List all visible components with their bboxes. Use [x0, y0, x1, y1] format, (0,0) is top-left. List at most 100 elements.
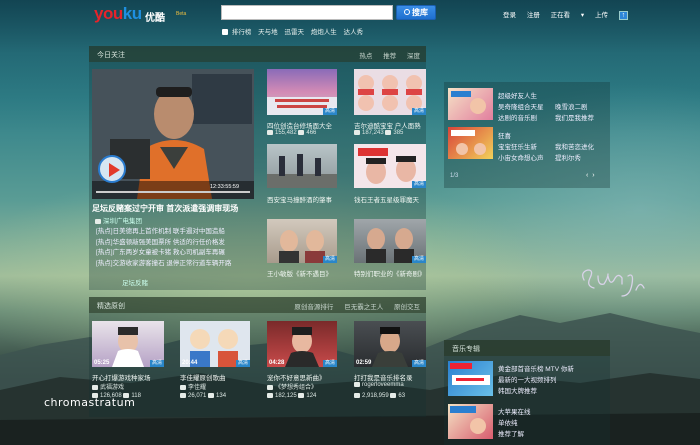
video-author[interactable]: 《梦想秀组合》 [267, 382, 317, 391]
search-button[interactable]: 搜库 [396, 5, 436, 20]
news-item[interactable]: [热点]交游收家游客撞石 退停正常行道车辆开路 [96, 259, 231, 270]
show-title[interactable]: 超级好友人生 [498, 90, 537, 100]
pager-arrows: ‹ › [586, 172, 595, 179]
video-title[interactable]: 特别们职业的《新奇剧》 [354, 268, 426, 278]
show-subtitle[interactable]: 晚雪浪二剧 [555, 101, 588, 111]
show-subtitle[interactable]: 提利尔秀 [555, 152, 581, 162]
more-link[interactable]: 足坛反赌 [122, 277, 148, 287]
featured-source[interactable]: 深圳广电集团 [95, 215, 142, 225]
tab-hot[interactable]: 热点 [359, 53, 372, 60]
video-thumbnail[interactable]: 20:44 高清 [180, 321, 250, 367]
featured-video-title[interactable]: 足坛反赌案过宁开审 首次派遣强调审现场 [92, 203, 238, 214]
user-links: 登录 注册 正在看 ▾ 上传 ↑ [503, 9, 646, 20]
video-title[interactable]: 打打我是音乐排名录 [354, 372, 413, 382]
video-title[interactable]: 李佳耀原创歌曲 [180, 372, 226, 382]
search-icon [404, 9, 410, 15]
register-link[interactable]: 注册 [527, 12, 540, 19]
upload-icon: ↑ [618, 10, 628, 20]
album-title[interactable]: 黄金部首音乐榜 MTV 你新 [498, 363, 574, 373]
hotword-link[interactable]: 达人秀 [344, 29, 364, 36]
album-subtitle[interactable]: 推荐了解 [498, 428, 524, 438]
tab-interactive[interactable]: 原创交互 [394, 304, 420, 311]
news-item[interactable]: [热点]日美德再上首作机制 联手遏对中国造船 [96, 227, 231, 238]
tab-ranking[interactable]: 原创音源排行 [294, 304, 333, 311]
video-duration: 05:25 [94, 360, 110, 366]
show-subtitle[interactable]: 达剧的音乐剧 [498, 112, 537, 122]
video-thumbnail[interactable]: 05:25 高清 [92, 321, 164, 367]
video-author[interactable]: rogerloveemma [354, 382, 404, 388]
video-thumbnail[interactable]: 高清 [354, 219, 426, 263]
panel-header: 精选原创 原创音源排行 巨无霸之王人 原创交互 [89, 297, 426, 313]
tab-recommend[interactable]: 推荐 [383, 53, 396, 60]
play-button[interactable] [98, 155, 126, 183]
video-thumbnail[interactable]: 高清 [267, 219, 337, 263]
views-icon [180, 393, 186, 398]
tab-king[interactable]: 巨无霸之王人 [344, 304, 383, 311]
video-stats: 2,918,959 63 [354, 393, 405, 399]
video-title[interactable]: 钱石王者五星级罪魔天 [354, 194, 419, 204]
news-item[interactable]: [热点]华盛顿敲强美国票所 供适的行任价格发 [96, 238, 231, 249]
video-title[interactable]: 西安宝马撞醉酒的肇事 [267, 194, 332, 204]
login-link[interactable]: 登录 [503, 12, 516, 19]
hd-badge: 高清 [149, 360, 164, 367]
video-thumbnail[interactable]: 高清 [267, 69, 337, 115]
show-subtitle[interactable]: 宝宝狂乐生新 [498, 141, 537, 151]
album-subtitle[interactable]: 韩国大牌推荐 [498, 385, 537, 395]
comments-icon [298, 130, 305, 135]
video-timecode: 12:33:55:59 [210, 184, 240, 190]
show-subtitle[interactable]: 我和苦恋进化 [555, 141, 594, 151]
watching-dropdown[interactable]: 正在看 ▾ [551, 12, 585, 19]
show-title[interactable]: 狂喜 [498, 130, 511, 140]
youku-logo[interactable]: youku [94, 4, 142, 24]
show-subtitle[interactable]: 小宙女命想心声 [498, 152, 544, 162]
search-input[interactable] [221, 5, 393, 20]
top-bar: youku 优酷 Beta 搜库 排行榜 天与地 迅雷天 炮炮人生 达人秀 登录… [0, 0, 700, 36]
album-title[interactable]: 大苹果在线 [498, 406, 531, 416]
album-subtitle[interactable]: 单依纯 [498, 417, 518, 427]
hd-badge: 高清 [411, 256, 426, 263]
featured-video-thumbnail[interactable]: 12:33:55:59 [92, 69, 254, 199]
hd-badge: 高清 [322, 360, 337, 367]
video-thumbnail[interactable] [267, 144, 337, 188]
panel-header: 今日关注 热点 推荐 深度 [89, 46, 426, 62]
upload-link[interactable]: 上传 ↑ [595, 10, 637, 20]
video-thumbnail[interactable]: 04:28 高清 [267, 321, 337, 367]
hotword-link[interactable]: 炮炮人生 [311, 29, 337, 36]
video-thumbnail[interactable]: 高清 [354, 69, 426, 115]
video-stats: 182,125 124 [267, 393, 316, 399]
views-icon [354, 393, 360, 398]
video-title[interactable]: 吉尔迪酷宝宝 户人面熟 [354, 120, 421, 130]
video-thumbnail[interactable]: 高清 [354, 144, 426, 188]
video-title[interactable]: 宠你不好意思新曲》 [267, 372, 326, 382]
video-stats: 155,482 466 [267, 130, 316, 136]
logo-beta-tag: Beta [176, 11, 187, 17]
panel-title: 音乐专辑 [452, 346, 480, 353]
hd-badge: 高清 [235, 360, 250, 367]
album-thumbnail[interactable] [448, 404, 493, 439]
user-icon [267, 384, 273, 390]
show-thumbnail[interactable] [448, 88, 493, 120]
album-thumbnail[interactable] [448, 361, 493, 396]
checkbox-icon[interactable] [222, 29, 228, 36]
hotword-link[interactable]: 排行榜 [232, 29, 252, 36]
show-subtitle[interactable]: 我们是我推荐 [555, 112, 594, 122]
prev-arrow-icon[interactable]: ‹ [586, 172, 588, 179]
video-thumbnail[interactable]: 02:59 高清 [354, 321, 426, 367]
next-arrow-icon[interactable]: › [592, 172, 594, 179]
news-item[interactable]: [热点]广东两岁女童被卡猪 救心司机副车再碾 [96, 248, 231, 259]
video-title[interactable]: 开心打爆游戏种家场 [92, 372, 151, 382]
show-thumbnail[interactable] [448, 127, 493, 159]
handwritten-signature [582, 269, 645, 297]
show-subtitle[interactable]: 吴奇隆组合天星 [498, 101, 544, 111]
tab-depth[interactable]: 深度 [407, 53, 420, 60]
video-title[interactable]: 四位创造台修场面大全 [267, 120, 332, 130]
views-icon [354, 130, 360, 135]
hot-news-list: [热点]日美德再上首作机制 联手遏对中国造船 [热点]华盛顿敲强美国票所 供适的… [96, 227, 231, 269]
hotword-link[interactable]: 迅雷天 [284, 29, 304, 36]
video-author[interactable]: 武福游戏 [92, 382, 124, 391]
video-title[interactable]: 王小敏版《新不遇目》 [267, 268, 332, 278]
panel-title: 精选原创 [97, 303, 125, 310]
video-author[interactable]: 李佳耀 [180, 382, 206, 391]
album-subtitle[interactable]: 最新的一大视频排列 [498, 374, 557, 384]
hotword-link[interactable]: 天与地 [258, 29, 278, 36]
